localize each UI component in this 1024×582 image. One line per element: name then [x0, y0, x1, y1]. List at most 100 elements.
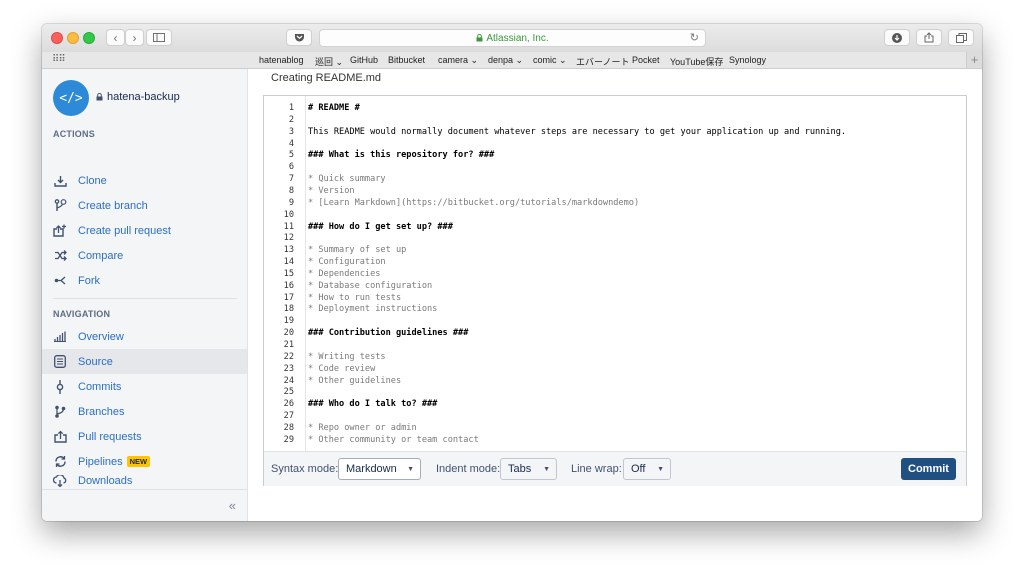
forward-button[interactable]: › [125, 29, 144, 46]
nav-label: Pipelines [78, 455, 123, 468]
source-icon [53, 355, 67, 369]
bookmarks-grid-icon[interactable]: ⠿⠿ [52, 54, 66, 65]
line-number: 21 [283, 340, 294, 350]
line-number: 19 [283, 316, 294, 327]
line-number: 29 [283, 434, 294, 445]
line-number: 16 [283, 280, 294, 291]
nav-label: Commits [78, 380, 122, 393]
code-line[interactable]: ### Who do I talk to? ### [308, 398, 437, 410]
line-number: 15 [283, 268, 294, 279]
line-number: 4 [288, 138, 294, 149]
downloads-button[interactable] [884, 29, 910, 46]
nav-branches[interactable]: Branches [42, 399, 247, 424]
code-line[interactable]: * Writing tests [308, 351, 386, 363]
create-pull-request-icon [53, 224, 67, 238]
code-line[interactable]: # README # [308, 102, 360, 114]
share-button[interactable] [916, 29, 942, 46]
download-circle-icon [892, 32, 902, 43]
action-fork[interactable]: Fork [42, 268, 247, 293]
code-line[interactable]: ### What is this repository for? ### [308, 149, 494, 161]
code-line[interactable]: * Configuration [308, 256, 386, 268]
minimize-window-button[interactable] [67, 32, 79, 44]
bookmark-item[interactable]: Bitbucket [388, 55, 425, 65]
bookmark-item[interactable]: camera ⌄ [438, 55, 478, 66]
pocket-button[interactable] [286, 29, 312, 46]
share-icon [924, 32, 934, 43]
bookmark-item[interactable]: denpa ⌄ [488, 55, 523, 66]
code-line[interactable]: * Other guidelines [308, 375, 401, 387]
lock-icon [96, 93, 103, 101]
code-line[interactable]: ### Contribution guidelines ### [308, 327, 468, 339]
commit-button[interactable]: Commit [901, 458, 956, 480]
bookmark-item[interactable]: comic ⌄ [533, 55, 567, 66]
line-wrap-select[interactable]: Off ▼ [623, 458, 671, 480]
file-editor: 1 # README # 2 3 This README would normally … [263, 95, 967, 486]
code-line[interactable]: * Version [308, 185, 355, 197]
download-icon [53, 174, 67, 188]
code-line[interactable]: * Repo owner or admin [308, 422, 417, 434]
code-line[interactable]: * Database configuration [308, 280, 432, 292]
nav-pipelines[interactable]: Pipelines NEW [42, 449, 247, 474]
repo-name: hatena-backup [107, 91, 180, 103]
line-number: 20 [283, 328, 294, 339]
nav-label: Overview [78, 330, 124, 343]
nav-overview[interactable]: Overview [42, 324, 247, 349]
code-editor[interactable]: 1 # README # 2 3 This README would normally … [264, 96, 966, 451]
caret-down-icon: ▼ [543, 466, 550, 473]
bookmark-item[interactable]: YouTube保存 [670, 55, 723, 68]
line-wrap-value: Off [631, 463, 646, 475]
downloads-icon [53, 474, 67, 488]
line-number: 6 [288, 162, 294, 173]
action-clone[interactable]: Clone [42, 168, 247, 193]
bookmark-item[interactable]: 巡回 ⌄ [315, 55, 343, 68]
code-line[interactable]: * How to run tests [308, 292, 401, 304]
action-create-pull-request[interactable]: Create pull request [42, 218, 247, 243]
tabs-icon [955, 32, 967, 43]
nav-pull-requests[interactable]: Pull requests [42, 424, 247, 449]
sidebar-toggle-button[interactable] [146, 29, 172, 46]
bookmark-item[interactable]: hatenablog [259, 55, 304, 65]
action-label: Create pull request [78, 224, 171, 237]
close-window-button[interactable] [51, 32, 63, 44]
indent-mode-select[interactable]: Tabs ▼ [500, 458, 557, 480]
code-line[interactable]: * [Learn Markdown](https://bitbucket.org… [308, 197, 639, 209]
bookmark-item[interactable]: Pocket [632, 55, 660, 65]
nav-commits[interactable]: Commits [42, 374, 247, 399]
line-number: 2 [288, 114, 294, 125]
tabs-overview-button[interactable] [948, 29, 974, 46]
code-line[interactable]: ### How do I get set up? ### [308, 221, 453, 233]
sidebar-collapse-bar: « [42, 489, 247, 521]
branches-icon [53, 405, 67, 419]
line-number: 1 [288, 103, 294, 113]
code-line[interactable]: * Quick summary [308, 173, 386, 185]
nav-label: Downloads [78, 475, 133, 487]
action-compare[interactable]: Compare [42, 243, 247, 268]
code-line[interactable]: * Code review [308, 363, 375, 375]
address-bar[interactable]: Atlassian, Inc. ↻ [319, 29, 706, 47]
new-tab-plus-icon[interactable]: + [966, 52, 982, 68]
zoom-window-button[interactable] [83, 32, 95, 44]
lock-icon [476, 34, 483, 42]
collapse-sidebar-icon[interactable]: « [229, 498, 236, 513]
bookmark-item[interactable]: Synology [729, 55, 766, 65]
code-line[interactable]: This README would normally document what… [308, 126, 846, 138]
code-line[interactable]: * Summary of set up [308, 244, 406, 256]
bookmark-item[interactable]: エバーノート [576, 55, 629, 68]
repo-avatar[interactable]: </> [53, 80, 89, 116]
indent-mode-label: Indent mode: [436, 463, 501, 475]
code-line[interactable]: * Deployment instructions [308, 303, 437, 315]
nav-downloads[interactable]: Downloads [42, 474, 247, 488]
syntax-mode-select[interactable]: Markdown ▼ [338, 458, 421, 480]
action-create-branch[interactable]: Create branch [42, 193, 247, 218]
code-line[interactable]: * Other community or team contact [308, 434, 479, 446]
commits-icon [53, 379, 67, 394]
line-number: 24 [283, 375, 294, 386]
bookmark-item[interactable]: GitHub [350, 55, 378, 65]
code-line[interactable]: * Dependencies [308, 268, 380, 280]
line-number: 28 [283, 422, 294, 433]
back-button[interactable]: ‹ [106, 29, 125, 46]
caret-down-icon: ▼ [657, 466, 664, 473]
repo-name-link[interactable]: hatena-backup [96, 91, 180, 103]
nav-source[interactable]: Source [42, 349, 247, 374]
reload-icon[interactable]: ↻ [690, 31, 699, 44]
